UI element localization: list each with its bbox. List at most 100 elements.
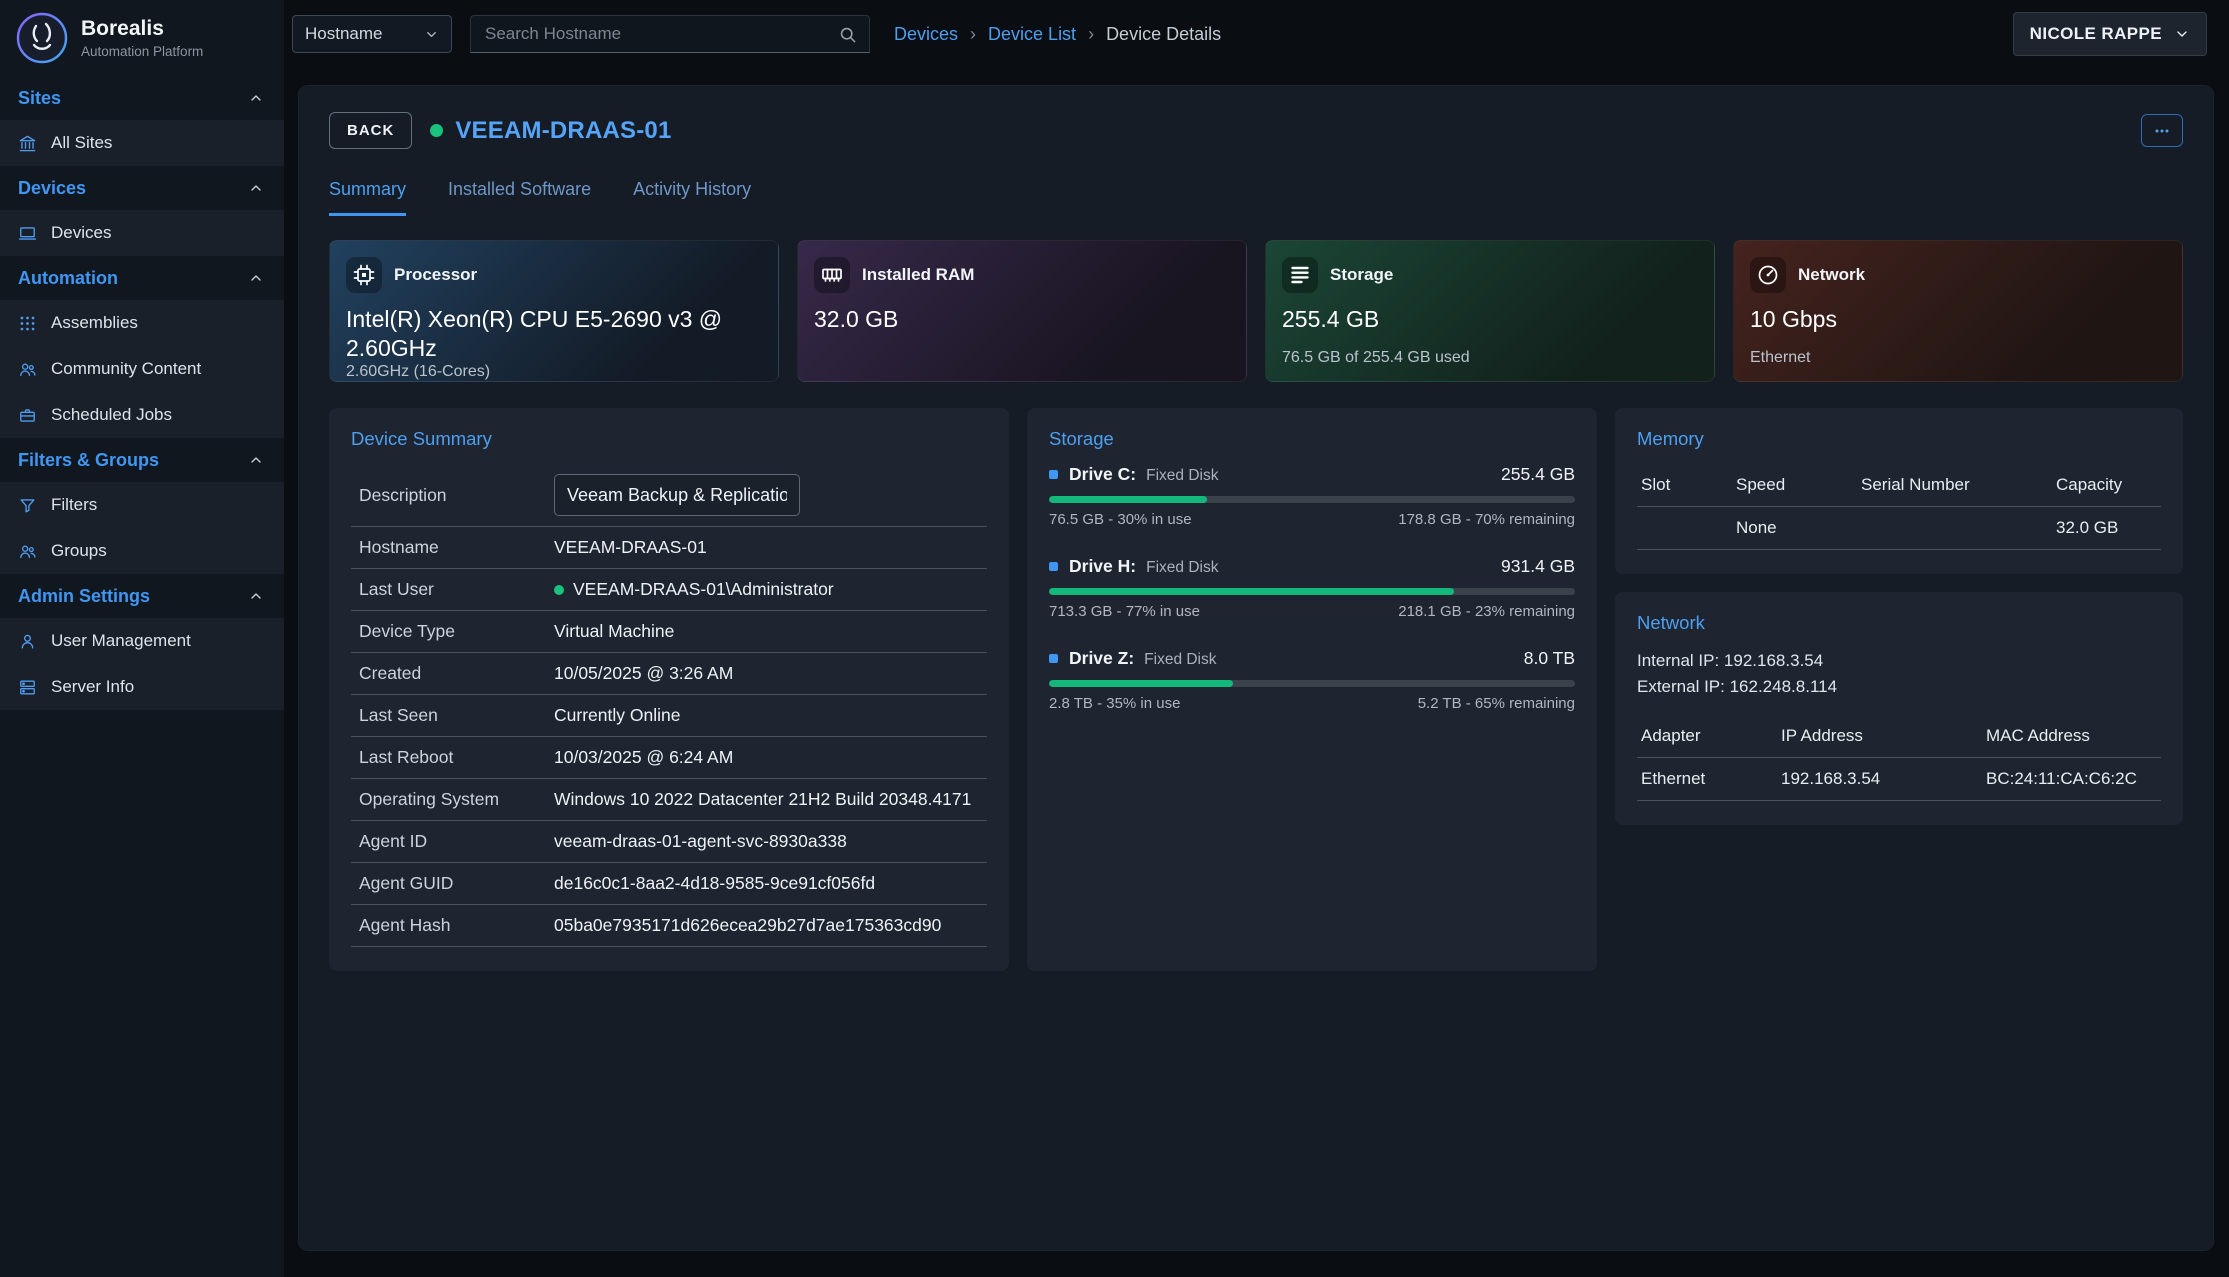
drive-usage-fill	[1049, 496, 1207, 503]
sidebar-item-scheduled-jobs[interactable]: Scheduled Jobs	[0, 392, 284, 438]
sidebar-item-filters[interactable]: Filters	[0, 482, 284, 528]
sidebar-item-label: Filters	[51, 495, 97, 515]
chevron-up-icon	[248, 180, 264, 196]
more-actions-button[interactable]	[2141, 114, 2183, 147]
storage-card: Storage 255.4 GB 76.5 GB of 255.4 GB use…	[1265, 240, 1715, 382]
search-input[interactable]	[483, 23, 838, 45]
stat-cards: Processor Intel(R) Xeon(R) CPU E5-2690 v…	[329, 240, 2183, 382]
panel-title: Storage	[1049, 428, 1575, 450]
sidebar-nav: Sites All Sites Devices Devices	[0, 76, 284, 710]
back-button[interactable]: BACK	[329, 112, 412, 149]
breadcrumb-device-details: Device Details	[1106, 24, 1221, 45]
table-row-operating-system: Operating System Windows 10 2022 Datacen…	[351, 779, 987, 821]
sidebar-section-admin-settings[interactable]: Admin Settings	[0, 574, 284, 618]
drive-bullet-icon	[1049, 562, 1058, 571]
sidebar-section-sites[interactable]: Sites	[0, 76, 284, 120]
sidebar-item-label: Community Content	[51, 359, 201, 379]
column-header: Serial Number	[1857, 464, 2052, 507]
sidebar-item-user-management[interactable]: User Management	[0, 618, 284, 664]
tab-installed-software[interactable]: Installed Software	[448, 179, 591, 216]
sidebar-items-automation: Assemblies Community Content Scheduled J…	[0, 300, 284, 438]
row-value: veeam-draas-01-agent-svc-8930a338	[554, 831, 979, 852]
device-summary-panel: Device Summary Description Hostname VEEA…	[329, 408, 1009, 971]
memory-panel: Memory Slot Speed Serial Number Capacity…	[1615, 408, 2183, 574]
drive-usage-bar	[1049, 680, 1575, 687]
card-head: Storage	[1282, 257, 1698, 293]
chevron-up-icon	[248, 588, 264, 604]
drive-stats: 2.8 TB - 35% in use 5.2 TB - 65% remaini…	[1049, 695, 1575, 712]
sidebar: Borealis Automation Platform Sites All S…	[0, 0, 284, 1277]
breadcrumb-devices[interactable]: Devices	[894, 24, 958, 45]
card-footer: 2.60GHz (16-Cores)	[346, 363, 762, 382]
card-value: 255.4 GB	[1282, 305, 1698, 334]
table-row-agent-id: Agent ID veeam-draas-01-agent-svc-8930a3…	[351, 821, 987, 863]
chevron-up-icon	[248, 270, 264, 286]
processor-card: Processor Intel(R) Xeon(R) CPU E5-2690 v…	[329, 240, 779, 382]
chevron-up-icon	[248, 90, 264, 106]
sidebar-section-filters-groups[interactable]: Filters & Groups	[0, 438, 284, 482]
device-details-panel: BACK VEEAM-DRAAS-01 Summary Installed So…	[298, 85, 2214, 1251]
right-column: Memory Slot Speed Serial Number Capacity…	[1615, 408, 2183, 971]
borealis-logo-icon	[16, 12, 68, 64]
drive-row: Drive Z: Fixed Disk 8.0 TB	[1049, 648, 1575, 669]
sidebar-section-automation[interactable]: Automation	[0, 256, 284, 300]
chevron-up-icon	[248, 452, 264, 468]
ellipsis-icon	[2152, 121, 2172, 141]
grid-dots-icon	[18, 314, 37, 333]
sidebar-items-devices: Devices	[0, 210, 284, 256]
sidebar-item-assemblies[interactable]: Assemblies	[0, 300, 284, 346]
logo-text: Borealis Automation Platform	[81, 17, 203, 58]
table-row-agent-guid: Agent GUID de16c0c1-8aa2-4d18-9585-9ce91…	[351, 863, 987, 905]
people-icon	[18, 542, 37, 561]
chevron-down-icon	[424, 27, 439, 42]
drive-row: Drive C: Fixed Disk 255.4 GB	[1049, 464, 1575, 485]
drive-bullet-icon	[1049, 654, 1058, 663]
card-footer: 76.5 GB of 255.4 GB used	[1282, 349, 1698, 368]
sidebar-item-groups[interactable]: Groups	[0, 528, 284, 574]
briefcase-icon	[18, 406, 37, 425]
device-tabs: Summary Installed Software Activity Hist…	[329, 179, 2183, 216]
table-row-last-reboot: Last Reboot 10/03/2025 @ 6:24 AM	[351, 737, 987, 779]
sidebar-item-label: All Sites	[51, 133, 112, 153]
row-value	[554, 474, 979, 516]
card-value: Intel(R) Xeon(R) CPU E5-2690 v3 @ 2.60GH…	[346, 305, 762, 363]
card-head: Processor	[346, 257, 762, 293]
sidebar-item-all-sites[interactable]: All Sites	[0, 120, 284, 166]
section-label: Automation	[18, 268, 118, 289]
memory-speed: None	[1732, 507, 1857, 550]
chevron-down-icon	[2174, 26, 2190, 42]
drive-type: Fixed Disk	[1146, 467, 1218, 485]
sidebar-section-devices[interactable]: Devices	[0, 166, 284, 210]
card-title: Storage	[1330, 265, 1393, 285]
breadcrumb-separator: ›	[970, 24, 976, 45]
row-value: 10/05/2025 @ 3:26 AM	[554, 663, 979, 684]
sidebar-item-community-content[interactable]: Community Content	[0, 346, 284, 392]
network-table: Adapter IP Address MAC Address Ethernet …	[1637, 715, 2161, 801]
drive-used-text: 2.8 TB - 35% in use	[1049, 695, 1180, 712]
funnel-icon	[18, 496, 37, 515]
column-header: Slot	[1637, 464, 1732, 507]
sidebar-items-admin: User Management Server Info	[0, 618, 284, 710]
external-ip: External IP: 162.248.8.114	[1637, 674, 2161, 700]
drive-type: Fixed Disk	[1146, 559, 1218, 577]
sidebar-item-devices[interactable]: Devices	[0, 210, 284, 256]
drive-usage-fill	[1049, 588, 1454, 595]
select-value: Hostname	[305, 24, 382, 44]
breadcrumb-device-list[interactable]: Device List	[988, 24, 1076, 45]
search-icon[interactable]	[838, 25, 857, 44]
table-row-description: Description	[351, 464, 987, 527]
user-menu-button[interactable]: NICOLE RAPPE	[2013, 12, 2207, 56]
memory-capacity: 32.0 GB	[2052, 507, 2161, 550]
breadcrumb-separator: ›	[1088, 24, 1094, 45]
sidebar-item-label: Assemblies	[51, 313, 138, 333]
card-title: Processor	[394, 265, 477, 285]
tab-summary[interactable]: Summary	[329, 179, 406, 216]
tab-activity-history[interactable]: Activity History	[633, 179, 751, 216]
table-row-last-user: Last User VEEAM-DRAAS-01\Administrator	[351, 569, 987, 611]
column-header: Adapter	[1637, 715, 1777, 758]
drive-remaining-text: 178.8 GB - 70% remaining	[1398, 511, 1575, 528]
row-value: de16c0c1-8aa2-4d18-9585-9ce91cf056fd	[554, 873, 979, 894]
hostname-filter-select[interactable]: Hostname	[292, 15, 452, 53]
sidebar-item-server-info[interactable]: Server Info	[0, 664, 284, 710]
description-input[interactable]	[554, 474, 800, 516]
